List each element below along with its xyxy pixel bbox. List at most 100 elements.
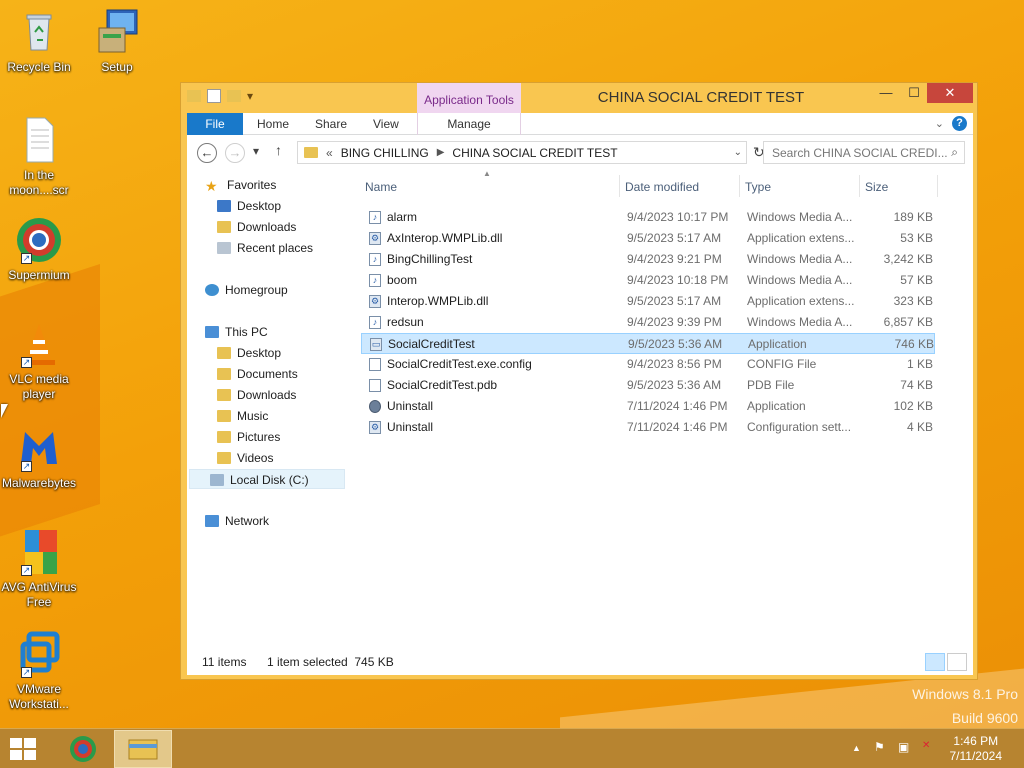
folder-icon [217, 431, 231, 443]
file-row[interactable]: SocialCreditTest.exe.config 9/4/2023 8:5… [361, 354, 935, 375]
nav-pc-desktop[interactable]: Desktop [217, 343, 281, 363]
tray-overflow-chevron-icon[interactable]: ▲ [852, 743, 861, 753]
tab-manage[interactable]: Manage [417, 113, 521, 135]
nav-fav-desktop[interactable]: Desktop [217, 196, 281, 216]
windows-logo-icon [24, 738, 36, 748]
new-folder-icon[interactable] [227, 90, 241, 102]
help-icon[interactable]: ? [952, 116, 967, 131]
mouse-cursor-icon [1, 404, 8, 418]
setup-icon [93, 8, 141, 56]
windows-logo-icon [24, 750, 36, 760]
nav-pc-music[interactable]: Music [217, 406, 268, 426]
nav-label: Downloads [237, 220, 297, 234]
file-row[interactable]: Uninstall 7/11/2024 1:46 PM Application … [361, 396, 935, 417]
nav-pc-local-disk[interactable]: Local Disk (C:) [189, 469, 345, 489]
nav-favorites[interactable]: ★ Favorites [205, 175, 276, 195]
network-status-icon[interactable]: ▣ [898, 740, 909, 754]
back-button[interactable]: ← [197, 143, 217, 163]
application-tools-context-tab: Application Tools [417, 83, 521, 113]
file-row[interactable]: SocialCreditTest.pdb 9/5/2023 5:36 AM PD… [361, 375, 935, 396]
forward-button[interactable]: → [225, 143, 245, 163]
desktop-icon-vmware[interactable]: ↗ VMware Workstati... [0, 630, 78, 712]
recent-locations-dropdown[interactable]: ▾ [253, 144, 259, 158]
file-name: Interop.WMPLib.dll [387, 294, 489, 308]
minimize-button[interactable]: — [873, 83, 899, 103]
file-size: 74 KB [900, 378, 933, 392]
file-row[interactable]: ♪ alarm 9/4/2023 10:17 PM Windows Media … [361, 207, 935, 228]
nav-homegroup[interactable]: Homegroup [205, 280, 288, 300]
tab-home[interactable]: Home [257, 113, 289, 135]
details-view-button[interactable] [925, 653, 945, 671]
nav-pc-videos[interactable]: Videos [217, 448, 273, 468]
desktop-icon-avg[interactable]: ↗ AVG AntiVirus Free [0, 528, 78, 610]
up-button[interactable]: ↑ [275, 142, 282, 158]
nav-pc-pictures[interactable]: Pictures [217, 427, 280, 447]
nav-this-pc[interactable]: This PC [205, 322, 268, 342]
desktop-icon-setup[interactable]: Setup [78, 8, 156, 75]
folder-icon[interactable] [187, 90, 201, 102]
column-header-type[interactable]: Type [745, 177, 771, 197]
chevron-down-icon[interactable]: ▾ [247, 89, 261, 103]
taskbar-supermium[interactable] [54, 730, 112, 768]
desktop-icon-recycle-bin[interactable]: Recycle Bin [0, 8, 78, 75]
status-bar: 11 items 1 item selected 745 KB [187, 649, 973, 675]
navigation-pane: ★ Favorites Desktop Downloads Recent plac… [187, 169, 355, 649]
column-divider[interactable] [859, 175, 860, 197]
tab-view[interactable]: View [373, 113, 399, 135]
volume-muted-icon[interactable]: ✕ [922, 740, 930, 751]
expand-ribbon-chevron-icon[interactable]: ⌄ [935, 117, 944, 130]
address-dropdown-icon[interactable]: ⌄ [734, 147, 742, 158]
desktop-icon-label: Malwarebytes [1, 476, 77, 490]
desktop-icon-screensaver[interactable]: In the moon....scr [0, 116, 78, 198]
system-clock[interactable]: 1:46 PM 7/11/2024 [950, 734, 1003, 764]
file-row[interactable]: ⚙ Interop.WMPLib.dll 9/5/2023 5:17 AM Ap… [361, 291, 935, 312]
address-bar[interactable]: « BING CHILLING ▶ CHINA SOCIAL CREDIT TE… [297, 141, 747, 164]
maximize-button[interactable]: ☐ [901, 83, 927, 103]
close-button[interactable]: ✕ [927, 83, 973, 103]
file-name: AxInterop.WMPLib.dll [387, 231, 503, 245]
folder-icon [217, 368, 231, 380]
file-row[interactable]: ⚙ Uninstall 7/11/2024 1:46 PM Configurat… [361, 417, 935, 438]
computer-icon [205, 326, 219, 338]
file-date: 9/5/2023 5:17 AM [627, 294, 722, 308]
breadcrumb-overflow[interactable]: « [326, 146, 333, 160]
column-header-name[interactable]: Name [365, 177, 397, 197]
desktop-icon-vlc[interactable]: ↗ VLC media player [0, 320, 78, 402]
column-divider[interactable] [937, 175, 938, 197]
file-row[interactable]: ♪ BingChillingTest 9/4/2023 9:21 PM Wind… [361, 249, 935, 270]
desktop-icon-malwarebytes[interactable]: ↗ Malwarebytes [0, 424, 78, 491]
nav-label: Downloads [237, 388, 297, 402]
breadcrumb-item[interactable]: CHINA SOCIAL CREDIT TEST [452, 146, 617, 160]
properties-icon[interactable] [207, 89, 221, 103]
nav-network[interactable]: Network [205, 511, 269, 531]
title-bar[interactable]: ▾ Application Tools CHINA SOCIAL CREDIT … [181, 83, 977, 113]
start-button[interactable] [10, 738, 38, 760]
desktop-icon-supermium[interactable]: ↗ Supermium [0, 216, 78, 283]
file-row[interactable]: ♪ boom 9/4/2023 10:18 PM Windows Media A… [361, 270, 935, 291]
file-name: boom [387, 273, 418, 287]
file-date: 9/4/2023 10:17 PM [627, 210, 729, 224]
file-row[interactable]: ⚙ AxInterop.WMPLib.dll 9/5/2023 5:17 AM … [361, 228, 935, 249]
column-header-date[interactable]: Date modified [625, 177, 699, 197]
nav-fav-downloads[interactable]: Downloads [217, 217, 296, 237]
nav-fav-recent-places[interactable]: Recent places [217, 238, 313, 258]
vlc-cone-icon: ↗ [15, 320, 63, 368]
ribbon-tabs: File Home Share View Manage ⌄ ? [187, 113, 973, 135]
search-input[interactable]: Search CHINA SOCIAL CREDI... ⌕ [763, 141, 965, 164]
taskbar-file-explorer[interactable] [114, 730, 172, 768]
nav-pc-downloads[interactable]: Downloads [217, 385, 296, 405]
file-name: Uninstall [387, 399, 434, 413]
nav-pc-documents[interactable]: Documents [217, 364, 298, 384]
file-row-selected[interactable]: ▭ SocialCreditTest 9/5/2023 5:36 AM Appl… [361, 333, 935, 354]
column-header-size[interactable]: Size [865, 177, 888, 197]
column-divider[interactable] [619, 175, 620, 197]
column-divider[interactable] [739, 175, 740, 197]
file-row[interactable]: ♪ redsun 9/4/2023 9:39 PM Windows Media … [361, 312, 935, 333]
large-icons-view-button[interactable] [947, 653, 967, 671]
tab-share[interactable]: Share [315, 113, 347, 135]
action-center-flag-icon[interactable]: ⚑ [874, 740, 885, 754]
breadcrumb-separator-icon[interactable]: ▶ [437, 147, 445, 158]
file-explorer-window[interactable]: ▾ Application Tools CHINA SOCIAL CREDIT … [180, 82, 978, 680]
breadcrumb-item[interactable]: BING CHILLING [341, 146, 429, 160]
tab-file[interactable]: File [187, 113, 243, 135]
